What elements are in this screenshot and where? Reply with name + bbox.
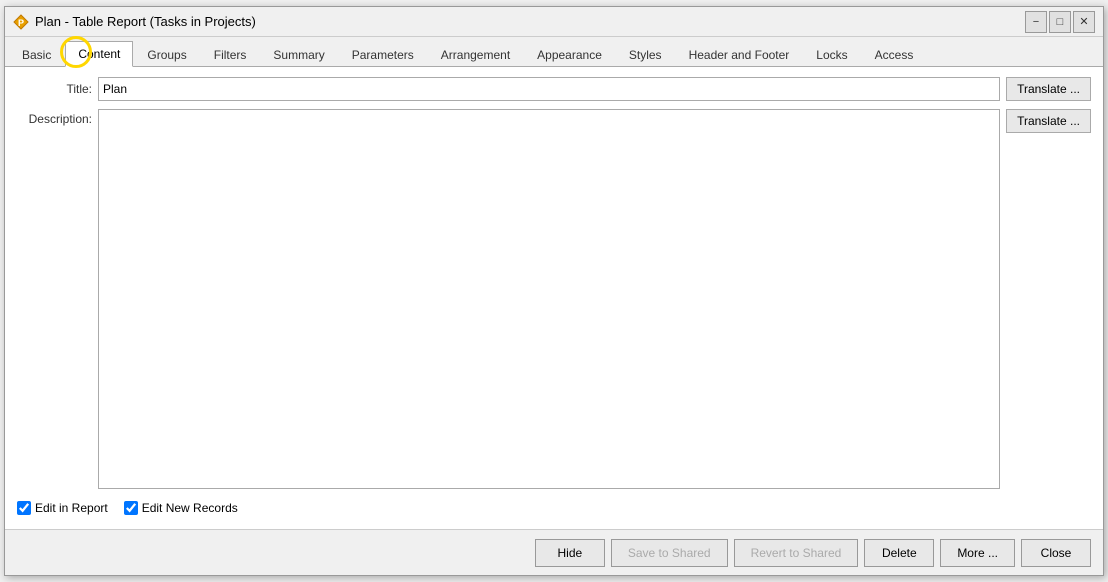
tab-filters[interactable]: Filters [201,42,260,67]
title-bar: P Plan - Table Report (Tasks in Projects… [5,7,1103,37]
save-shared-button[interactable]: Save to Shared [611,539,728,567]
minimize-button[interactable]: − [1025,11,1047,33]
edit-new-records-checkbox[interactable] [124,501,138,515]
main-window: P Plan - Table Report (Tasks in Projects… [4,6,1104,576]
title-translate-button[interactable]: Translate ... [1006,77,1091,101]
app-icon: P [13,14,29,30]
tab-appearance[interactable]: Appearance [524,42,615,67]
description-label: Description: [17,109,92,126]
title-label: Title: [17,82,92,96]
tab-groups[interactable]: Groups [134,42,199,67]
tab-styles[interactable]: Styles [616,42,675,67]
title-row: Title: Translate ... [17,77,1091,101]
content-area: Title: Translate ... Description: Transl… [5,67,1103,529]
tab-summary[interactable]: Summary [260,42,337,67]
tab-access[interactable]: Access [862,42,927,67]
tab-content[interactable]: Content [65,41,133,67]
edit-in-report-checkbox-label[interactable]: Edit in Report [17,501,108,515]
close-window-button[interactable]: ✕ [1073,11,1095,33]
edit-in-report-checkbox[interactable] [17,501,31,515]
tab-basic[interactable]: Basic [9,42,64,67]
hide-button[interactable]: Hide [535,539,605,567]
title-bar-text: Plan - Table Report (Tasks in Projects) [35,14,256,29]
revert-to-shared-button[interactable]: Revert to Shared [734,539,859,567]
description-row: Description: Translate ... [17,109,1091,489]
title-bar-left: P Plan - Table Report (Tasks in Projects… [13,14,256,30]
edit-new-records-checkbox-label[interactable]: Edit New Records [124,501,238,515]
checkboxes-row: Edit in Report Edit New Records [17,497,1091,519]
close-button[interactable]: Close [1021,539,1091,567]
title-bar-controls: − □ ✕ [1025,11,1095,33]
tab-parameters[interactable]: Parameters [339,42,427,67]
description-translate-button[interactable]: Translate ... [1006,109,1091,133]
tab-locks[interactable]: Locks [803,42,860,67]
delete-button[interactable]: Delete [864,539,934,567]
footer: Hide Save to Shared Revert to Shared Del… [5,529,1103,575]
maximize-button[interactable]: □ [1049,11,1071,33]
tab-header-footer[interactable]: Header and Footer [676,42,803,67]
more-button[interactable]: More ... [940,539,1015,567]
title-input[interactable] [98,77,1000,101]
tab-arrangement[interactable]: Arrangement [428,42,523,67]
tab-bar: Basic Content Groups Filters Summary Par… [5,37,1103,67]
edit-in-report-label: Edit in Report [35,501,108,515]
svg-text:P: P [18,18,24,28]
edit-new-records-label: Edit New Records [142,501,238,515]
description-input[interactable] [98,109,1000,489]
